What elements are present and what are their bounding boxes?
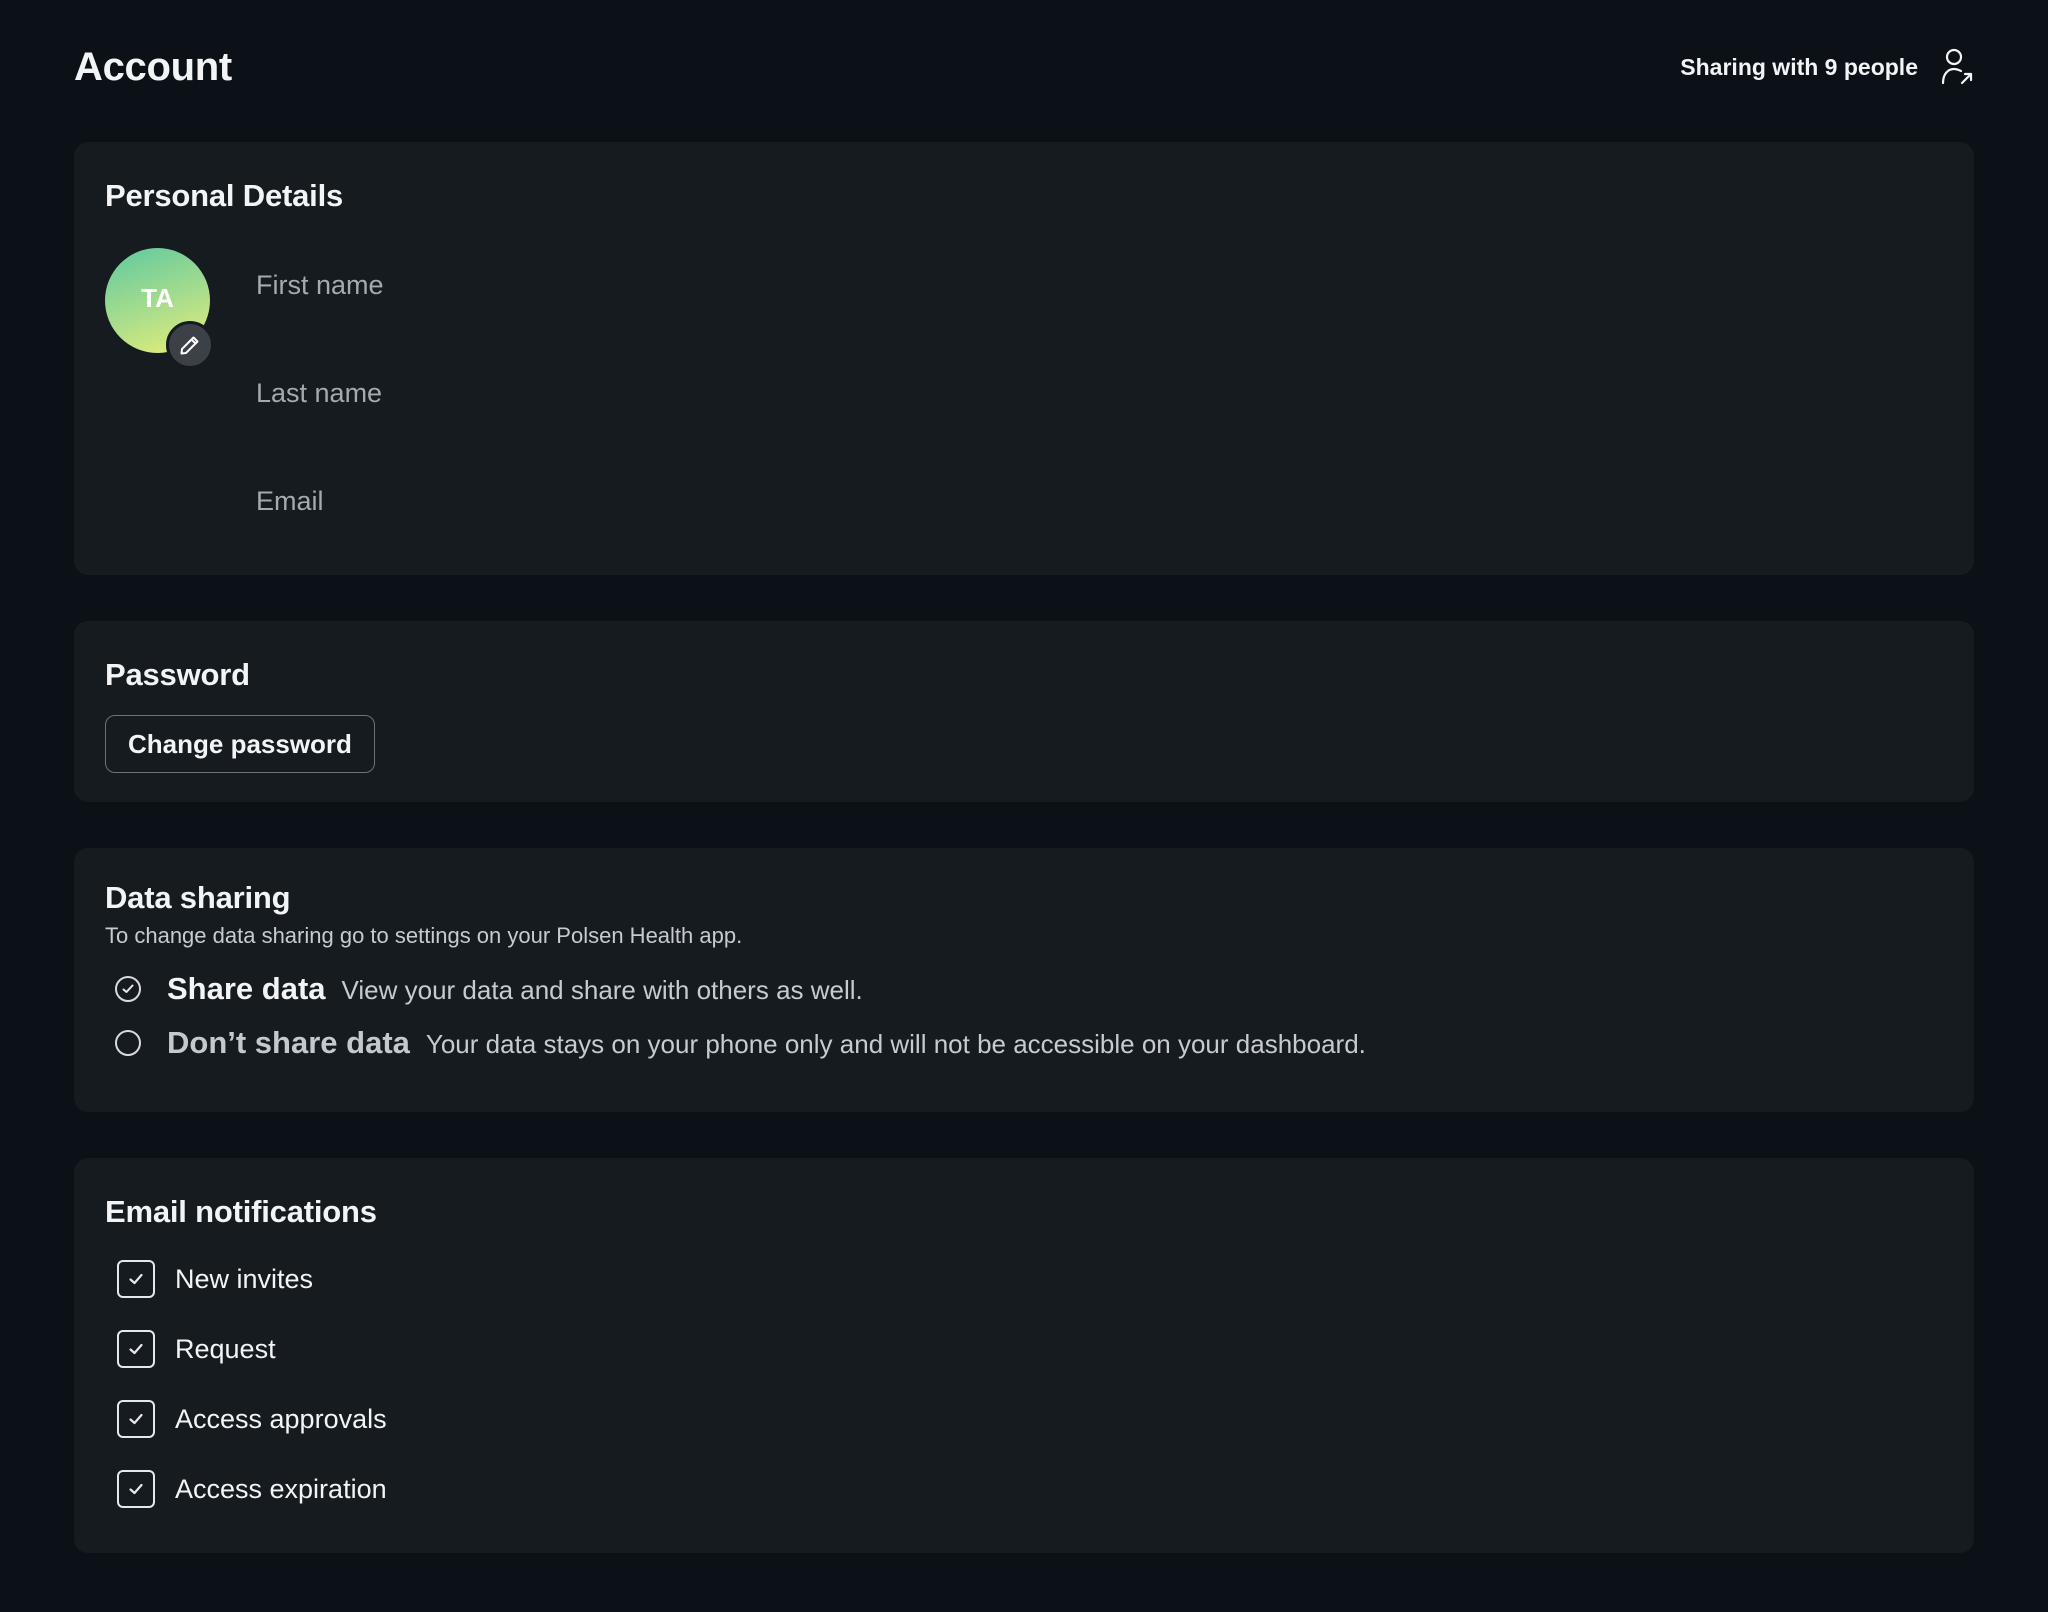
data-sharing-subtitle: To change data sharing go to settings on…	[105, 923, 743, 948]
personal-fields	[256, 248, 1156, 592]
notification-request[interactable]: Request	[105, 1330, 1943, 1368]
notification-access-expiration[interactable]: Access expiration	[105, 1470, 1943, 1508]
share-data-title: Share data	[167, 971, 326, 1006]
notification-new-invites[interactable]: New invites	[105, 1260, 1943, 1298]
dont-share-data-description: Your data stays on your phone only and w…	[425, 1029, 1366, 1059]
last-name-input[interactable]	[256, 376, 1156, 410]
dont-share-data-option[interactable]: Don’t share data Your data stays on your…	[105, 1025, 1943, 1061]
notification-label: Access expiration	[175, 1473, 387, 1504]
avatar-edit-button[interactable]	[166, 321, 214, 369]
personal-details-title: Personal Details	[105, 178, 344, 213]
share-data-option[interactable]: Share data View your data and share with…	[105, 971, 1943, 1007]
checkbox-checked-icon[interactable]	[117, 1260, 155, 1298]
notification-label: Request	[175, 1333, 276, 1364]
email-input[interactable]	[256, 484, 1156, 518]
change-password-button[interactable]: Change password	[105, 715, 375, 773]
notification-label: Access approvals	[175, 1403, 387, 1434]
notification-label: New invites	[175, 1263, 314, 1294]
personal-details-card: Personal Details TA	[74, 142, 1974, 575]
email-notifications-title: Email notifications	[105, 1194, 377, 1229]
sharing-people-label: Sharing with 9 people	[1680, 53, 1918, 80]
data-sharing-title: Data sharing	[105, 880, 291, 915]
data-sharing-card: Data sharing To change data sharing go t…	[74, 848, 1974, 1112]
avatar-initials: TA	[141, 283, 174, 313]
user-share-icon	[1941, 48, 1973, 85]
share-data-description: View your data and share with others as …	[341, 975, 863, 1005]
page-title: Account	[74, 44, 232, 89]
sharing-people-link[interactable]: Sharing with 9 people	[1680, 47, 1974, 87]
radio-selected-icon[interactable]	[115, 976, 141, 1002]
first-name-input[interactable]	[256, 268, 1156, 302]
notification-access-approvals[interactable]: Access approvals	[105, 1400, 1943, 1438]
radio-unselected-icon[interactable]	[115, 1030, 141, 1056]
personal-details-body: TA	[105, 248, 1943, 592]
checkbox-checked-icon[interactable]	[117, 1400, 155, 1438]
email-notifications-card: Email notifications New invites Request …	[74, 1158, 1974, 1553]
avatar-container: TA	[105, 248, 214, 369]
account-page: Account Sharing with 9 people Personal D…	[0, 0, 2048, 1612]
password-title: Password	[105, 657, 250, 692]
checkbox-checked-icon[interactable]	[117, 1330, 155, 1368]
pencil-icon	[180, 336, 199, 355]
password-card: Password Change password	[74, 621, 1974, 802]
dont-share-data-title: Don’t share data	[167, 1025, 410, 1060]
top-bar: Account Sharing with 9 people	[74, 0, 1974, 142]
checkbox-checked-icon[interactable]	[117, 1470, 155, 1508]
